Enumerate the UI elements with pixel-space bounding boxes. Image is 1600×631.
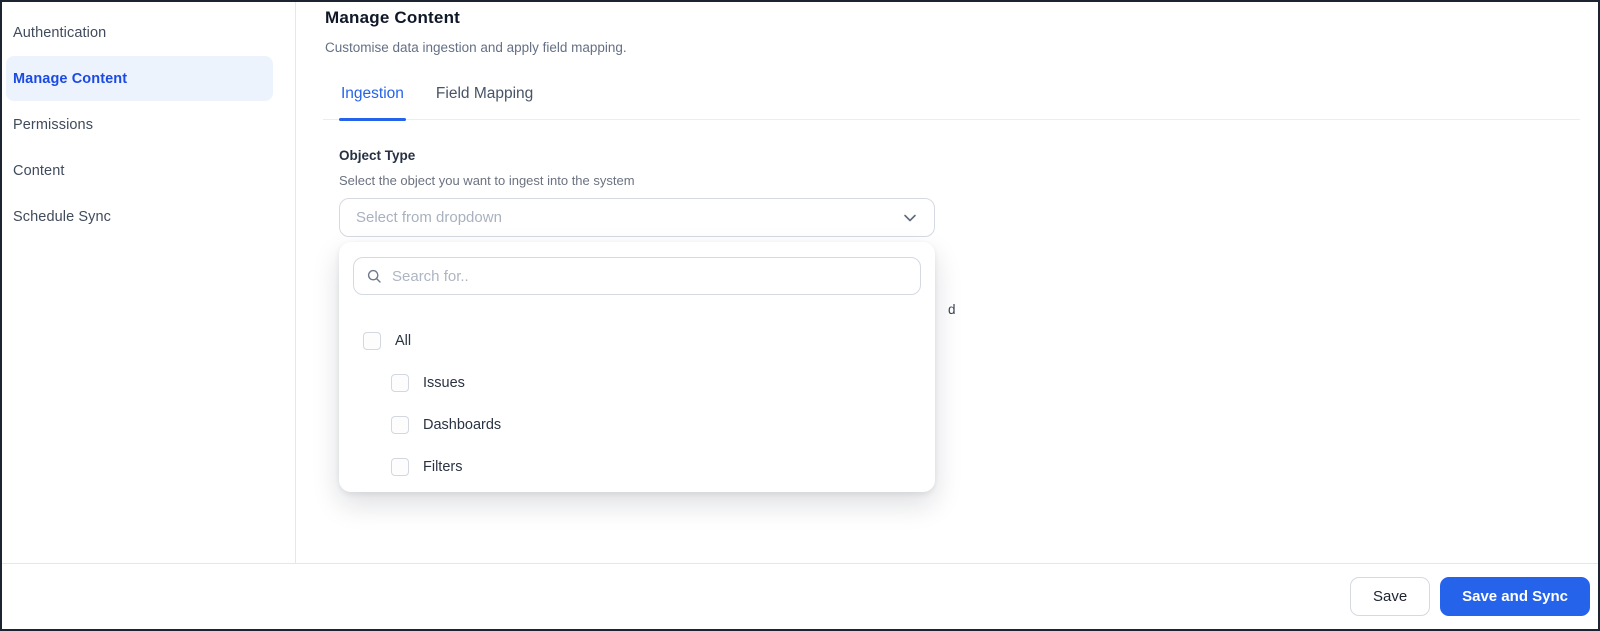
main-panel: Manage Content Customise data ingestion … bbox=[297, 2, 1598, 563]
object-type-select-placeholder: Select from dropdown bbox=[356, 209, 502, 226]
option-issues[interactable]: Issues bbox=[391, 362, 919, 404]
sidebar-item-permissions[interactable]: Permissions bbox=[6, 102, 273, 147]
settings-sidebar: Authentication Manage Content Permission… bbox=[2, 2, 296, 563]
tab-field-mapping-label: Field Mapping bbox=[435, 85, 534, 102]
checkbox-issues[interactable] bbox=[391, 374, 409, 392]
dropdown-options-list: All Issues Dashboards Filters bbox=[339, 295, 935, 488]
checkbox-all[interactable] bbox=[363, 332, 381, 350]
object-type-dropdown-panel: All Issues Dashboards Filters bbox=[339, 242, 935, 492]
object-type-help-text: Select the object you want to ingest int… bbox=[339, 173, 635, 188]
sidebar-item-schedule-sync[interactable]: Schedule Sync bbox=[6, 194, 273, 239]
tab-ingestion[interactable]: Ingestion bbox=[339, 75, 406, 121]
search-icon bbox=[366, 268, 383, 285]
option-dashboards-label: Dashboards bbox=[423, 417, 502, 433]
page-title: Manage Content bbox=[325, 8, 461, 27]
object-type-label: Object Type bbox=[339, 148, 416, 163]
settings-window: Authentication Manage Content Permission… bbox=[0, 0, 1600, 631]
footer-action-bar: Save Save and Sync bbox=[2, 563, 1598, 629]
tab-ingestion-label: Ingestion bbox=[341, 85, 404, 102]
occluded-text-fragment: d bbox=[948, 302, 956, 317]
sidebar-item-manage-content[interactable]: Manage Content bbox=[6, 56, 273, 101]
checkbox-filters[interactable] bbox=[391, 458, 409, 476]
option-all[interactable]: All bbox=[363, 320, 919, 362]
sidebar-item-content[interactable]: Content bbox=[6, 148, 273, 193]
dropdown-search-input[interactable] bbox=[392, 267, 908, 285]
option-filters[interactable]: Filters bbox=[391, 446, 919, 488]
checkbox-dashboards[interactable] bbox=[391, 416, 409, 434]
active-tab-underline bbox=[339, 118, 406, 121]
option-dashboards[interactable]: Dashboards bbox=[391, 404, 919, 446]
option-issues-label: Issues bbox=[423, 375, 465, 391]
object-type-select[interactable]: Select from dropdown bbox=[339, 198, 935, 237]
tab-field-mapping[interactable]: Field Mapping bbox=[434, 75, 535, 119]
save-button[interactable]: Save bbox=[1350, 577, 1431, 616]
option-all-label: All bbox=[395, 333, 412, 349]
sidebar-item-authentication[interactable]: Authentication bbox=[6, 10, 273, 55]
page-subtitle: Customise data ingestion and apply field… bbox=[325, 40, 627, 55]
tab-bar: Ingestion Field Mapping bbox=[323, 75, 1580, 121]
dropdown-search-box[interactable] bbox=[353, 257, 921, 295]
option-filters-label: Filters bbox=[423, 459, 463, 475]
save-and-sync-button[interactable]: Save and Sync bbox=[1440, 577, 1590, 616]
chevron-down-icon bbox=[902, 210, 918, 226]
